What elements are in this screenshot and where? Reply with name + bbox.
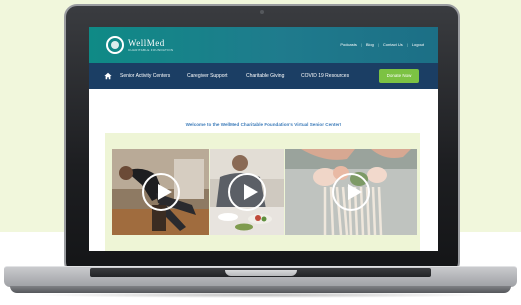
- logo-name: WellMed: [128, 37, 165, 48]
- cooking-class-video[interactable]: [210, 149, 284, 235]
- nav-senior-activity-centers[interactable]: Senior Activity Centers: [120, 73, 170, 79]
- laptop-shadow: [30, 292, 491, 298]
- trackpad-notch: [225, 270, 297, 276]
- top-link-blog[interactable]: Blog: [366, 42, 374, 47]
- separator: |: [377, 42, 379, 47]
- separator: |: [360, 42, 362, 47]
- top-link-podcasts[interactable]: Podcasts: [340, 42, 356, 47]
- nav-covid-resources[interactable]: COVID 19 Resources: [301, 73, 349, 79]
- donate-button[interactable]: Donate Now: [379, 69, 419, 83]
- nav-caregiver-support[interactable]: Caregiver Support: [187, 73, 228, 79]
- top-links: Podcasts | Blog | Contact Us | Logout: [340, 42, 424, 47]
- site-header: WellMed CHARITABLE FOUNDATION Podcasts |…: [89, 27, 438, 63]
- exercise-class-video[interactable]: [112, 149, 209, 235]
- home-icon[interactable]: [104, 72, 112, 80]
- nav-charitable-giving[interactable]: Charitable Giving: [246, 73, 284, 79]
- logo-mark-icon: [106, 36, 124, 54]
- logo-tagline: CHARITABLE FOUNDATION: [128, 47, 174, 52]
- webcam: [260, 10, 264, 14]
- play-icon[interactable]: [332, 173, 370, 211]
- separator: |: [406, 42, 408, 47]
- top-link-contact[interactable]: Contact Us: [383, 42, 403, 47]
- play-icon[interactable]: [141, 173, 180, 211]
- wellmed-logo[interactable]: WellMed CHARITABLE FOUNDATION: [106, 36, 173, 54]
- welcome-heading: Welcome to the WellMed Charitable Founda…: [185, 122, 342, 127]
- laptop-screen: WellMed CHARITABLE FOUNDATION Podcasts |…: [89, 27, 438, 251]
- play-icon[interactable]: [228, 173, 266, 211]
- top-link-logout[interactable]: Logout: [412, 42, 424, 47]
- main-nav: Senior Activity Centers Caregiver Suppor…: [89, 63, 438, 89]
- macrame-craft-video[interactable]: [285, 149, 417, 235]
